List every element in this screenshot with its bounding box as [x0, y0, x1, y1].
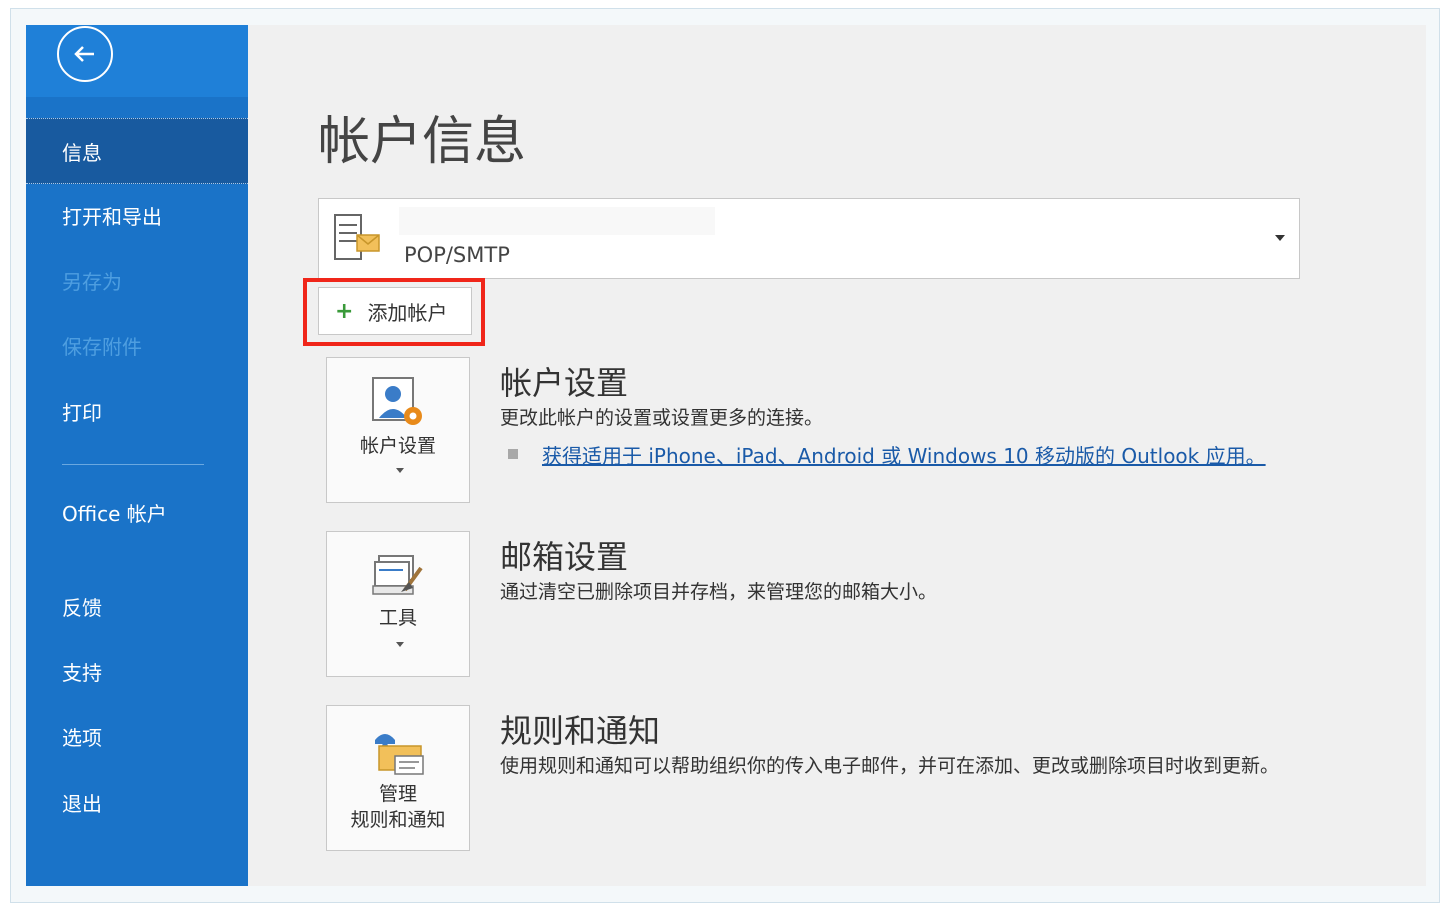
account-mail-icon — [334, 214, 380, 260]
nav-info-label: 信息 — [62, 140, 102, 165]
outlook-backstage-window: 信息 打开和导出 另存为 保存附件 打印 Office 帐户 反馈 支持 选项 … — [26, 25, 1426, 886]
rules-alerts-title: 规则和通知 — [500, 712, 661, 750]
account-name-redacted — [399, 207, 715, 235]
nav-exit[interactable]: 退出 — [26, 770, 248, 834]
nav-open-export[interactable]: 打开和导出 — [26, 183, 248, 247]
manage-rules-tile-label-line1: 管理 — [378, 783, 417, 805]
nav-support-label: 支持 — [62, 660, 102, 685]
tools-icon — [372, 555, 423, 595]
tools-tile[interactable]: 工具 — [326, 531, 470, 677]
rules-alerts-icon — [375, 734, 424, 775]
nav-options[interactable]: 选项 — [26, 704, 248, 768]
chevron-down-icon — [1275, 235, 1285, 241]
back-button[interactable] — [57, 26, 113, 82]
nav-office-account[interactable]: Office 帐户 — [62, 501, 172, 527]
plus-icon: + — [335, 298, 354, 324]
nav-divider — [62, 464, 204, 465]
chevron-down-icon — [396, 642, 404, 647]
manage-rules-tile[interactable]: 管理 规则和通知 — [326, 705, 470, 851]
nav-save-attachments: 保存附件 — [26, 313, 248, 377]
nav-open-export-label: 打开和导出 — [62, 204, 162, 229]
account-type: POP/SMTP — [404, 243, 510, 267]
mailbox-settings-description: 通过清空已删除项目并存档，来管理您的邮箱大小。 — [500, 581, 938, 603]
outlook-mobile-app-link[interactable]: 获得适用于 iPhone、iPad、Android 或 Windows 10 移… — [542, 440, 1266, 469]
add-account-label: 添加帐户 — [367, 300, 448, 325]
nav-print-label: 打印 — [62, 400, 102, 425]
account-settings-description: 更改此帐户的设置或设置更多的连接。 — [500, 407, 824, 429]
mailbox-settings-title: 邮箱设置 — [500, 538, 629, 576]
rules-alerts-description: 使用规则和通知可以帮助组织你的传入电子邮件，并可在添加、更改或删除项目时收到更新… — [500, 755, 1280, 777]
account-settings-icon — [372, 377, 422, 425]
account-selector[interactable]: POP/SMTP — [318, 198, 1300, 279]
nav-save-attachments-label: 保存附件 — [62, 334, 142, 359]
account-settings-title: 帐户设置 — [500, 364, 629, 402]
sidebar-header — [26, 25, 248, 97]
nav-feedback-label: 反馈 — [62, 595, 102, 620]
manage-rules-tile-label-line2: 规则和通知 — [350, 809, 446, 831]
backstage-sidebar: 信息 打开和导出 另存为 保存附件 打印 Office 帐户 反馈 支持 选项 … — [26, 25, 248, 886]
nav-support[interactable]: 支持 — [26, 639, 248, 703]
account-settings-tile[interactable]: 帐户设置 — [326, 357, 470, 503]
page-title: 帐户信息 — [318, 112, 527, 172]
nav-print[interactable]: 打印 — [26, 379, 248, 443]
nav-info[interactable]: 信息 — [26, 118, 248, 184]
nav-save-as-label: 另存为 — [62, 269, 122, 294]
account-settings-tile-label: 帐户设置 — [359, 435, 436, 457]
nav-office-account-label: Office 帐户 — [62, 502, 167, 526]
back-arrow-icon — [74, 46, 94, 62]
nav-options-label: 选项 — [62, 725, 102, 750]
bullet-icon — [508, 449, 518, 459]
add-account-button[interactable]: + 添加帐户 — [318, 287, 472, 335]
nav-exit-label: 退出 — [62, 791, 102, 816]
nav-save-as: 另存为 — [26, 248, 248, 312]
tools-tile-label: 工具 — [378, 607, 417, 629]
chevron-down-icon — [396, 468, 404, 473]
nav-feedback[interactable]: 反馈 — [26, 574, 248, 638]
